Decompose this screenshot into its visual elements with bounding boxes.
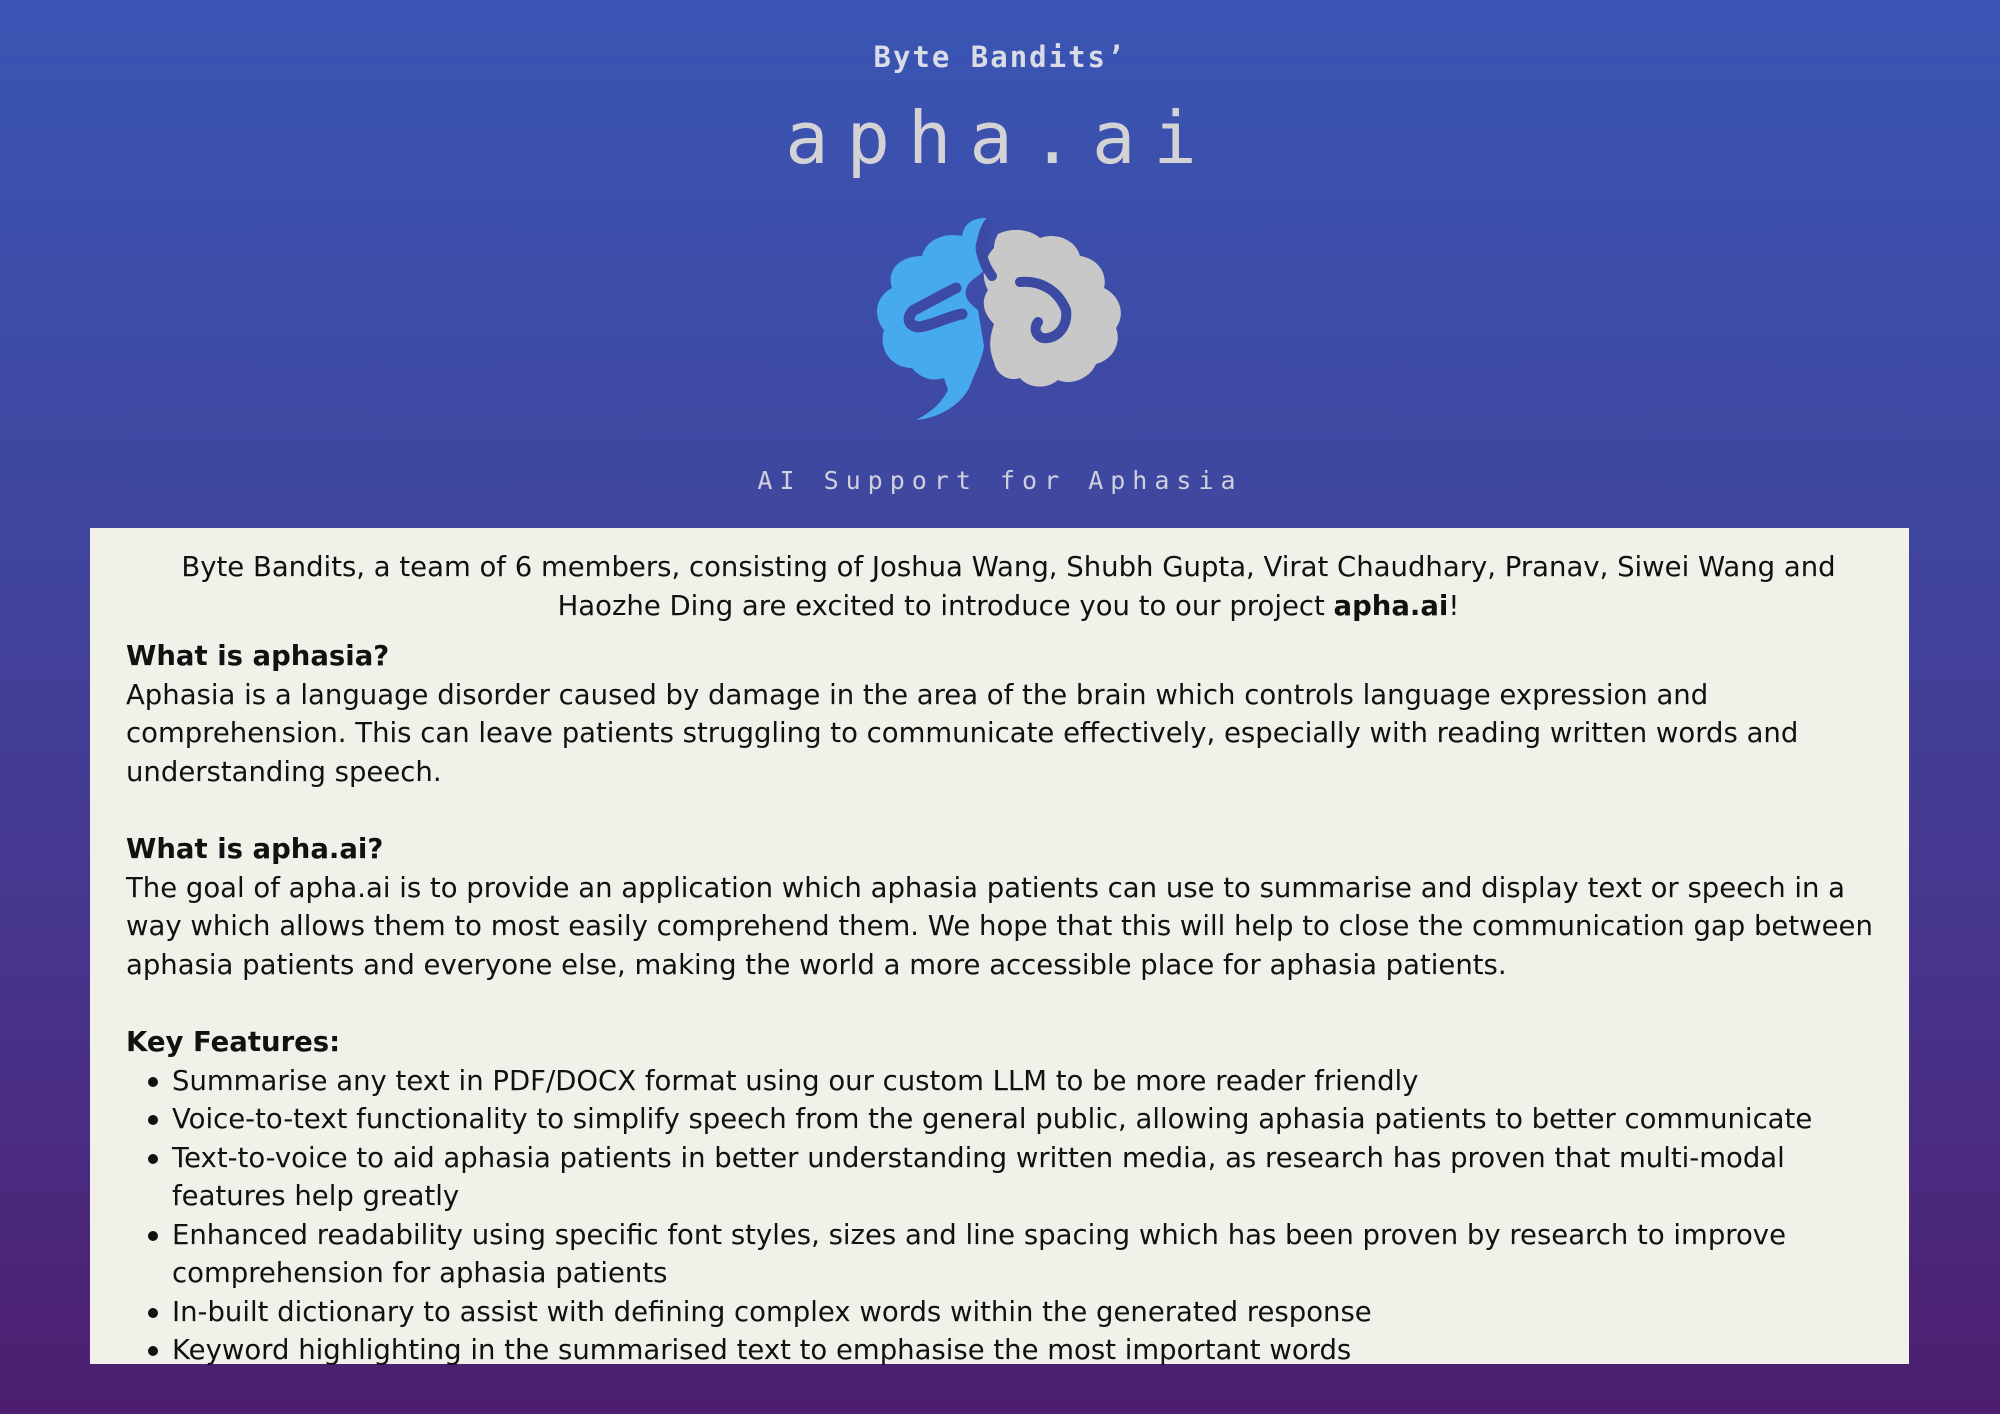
content-card: Byte Bandits, a team of 6 members, consi… xyxy=(90,528,1909,1366)
brain-right-hemisphere xyxy=(983,229,1121,387)
section-body-aphasia: Aphasia is a language disorder caused by… xyxy=(126,678,1799,788)
section-title-aphasia: What is aphasia? xyxy=(126,640,390,672)
feature-item: Enhanced readability using specific font… xyxy=(148,1216,1881,1293)
intro-text: Byte Bandits, a team of 6 members, consi… xyxy=(181,551,1836,622)
poster-header: Byte Bandits’ apha.ai AI Support for Aph… xyxy=(0,0,2000,528)
brain-icon xyxy=(877,218,1121,420)
tagline: AI Support for Aphasia xyxy=(757,466,1243,495)
intro-suffix: ! xyxy=(1448,589,1460,622)
feature-item: Text-to-voice to aid aphasia patients in… xyxy=(148,1139,1881,1216)
intro-project-name: apha.ai xyxy=(1333,589,1449,622)
feature-item: Keyword highlighting in the summarised t… xyxy=(148,1331,1881,1370)
section-title-features: Key Features: xyxy=(126,1026,341,1058)
feature-item: Voice-to-text functionality to simplify … xyxy=(148,1100,1881,1139)
brain-center-groove xyxy=(976,219,997,281)
feature-item: In-built dictionary to assist with defin… xyxy=(148,1293,1881,1332)
app-title: apha.ai xyxy=(785,96,1215,180)
team-name: Byte Bandits’ xyxy=(873,40,1127,74)
section-title-aphaai: What is apha.ai? xyxy=(126,833,384,865)
section-body-aphaai: The goal of apha.ai is to provide an app… xyxy=(126,871,1873,981)
intro-paragraph: Byte Bandits, a team of 6 members, consi… xyxy=(126,548,1881,625)
feature-list: Summarise any text in PDF/DOCX format us… xyxy=(126,1062,1881,1370)
feature-item: Summarise any text in PDF/DOCX format us… xyxy=(148,1062,1881,1101)
